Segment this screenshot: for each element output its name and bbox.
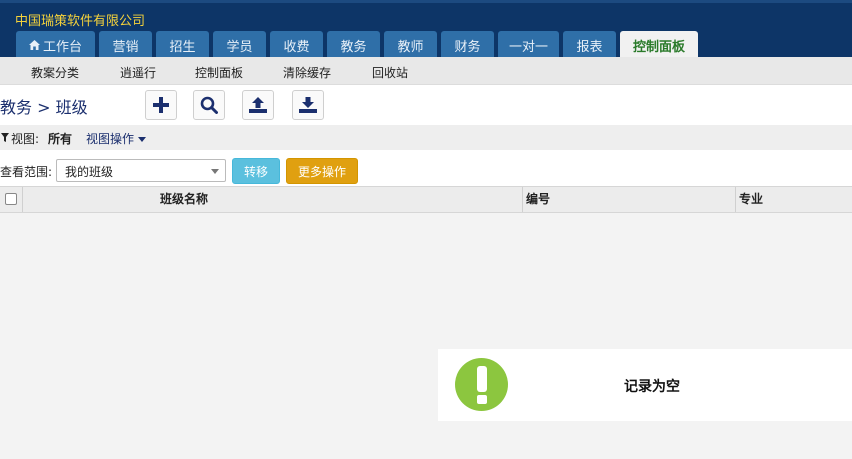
scope-bar: 查看范围: 我的班级 转移 更多操作 bbox=[0, 150, 852, 186]
empty-message: 记录为空 bbox=[624, 379, 680, 395]
tab-label: 财务 bbox=[454, 39, 481, 55]
toolbar: 教务 > 班级 bbox=[0, 85, 852, 125]
view-label: 视图: bbox=[11, 132, 40, 146]
table-body bbox=[0, 213, 852, 459]
scope-selected-value: 我的班级 bbox=[65, 165, 114, 179]
caret-down-icon bbox=[137, 137, 146, 142]
add-icon bbox=[153, 97, 169, 113]
tab-academic[interactable]: 教务 bbox=[327, 31, 380, 59]
tab-label: 学员 bbox=[226, 39, 253, 55]
column-major[interactable]: 专业 bbox=[736, 187, 763, 212]
company-name: 中国瑞策软件有限公司 bbox=[15, 14, 146, 29]
more-actions-button[interactable]: 更多操作 bbox=[286, 158, 358, 184]
select-all-checkbox[interactable] bbox=[5, 193, 17, 205]
search-button[interactable] bbox=[193, 90, 225, 120]
tab-label: 招生 bbox=[169, 39, 196, 55]
table-header: 班级名称 编号 专业 bbox=[0, 186, 852, 213]
main-nav: 工作台 营销 招生 学员 收费 教务 教师 财务 一对一 报表 控制面板 bbox=[16, 31, 702, 60]
chevron-down-icon bbox=[211, 169, 219, 174]
tab-label: 教务 bbox=[340, 39, 367, 55]
tab-finance[interactable]: 财务 bbox=[441, 31, 494, 59]
search-icon bbox=[200, 96, 218, 114]
view-operations-label: 视图操作 bbox=[86, 132, 135, 146]
tab-label: 营销 bbox=[112, 39, 139, 55]
exclamation-mark bbox=[476, 365, 487, 404]
tab-enrollment[interactable]: 招生 bbox=[156, 31, 209, 59]
tab-marketing[interactable]: 营销 bbox=[99, 31, 152, 59]
column-divider bbox=[22, 187, 23, 212]
exclamation-icon bbox=[455, 358, 508, 411]
download-button[interactable] bbox=[292, 90, 324, 120]
tab-control-panel[interactable]: 控制面板 bbox=[620, 31, 698, 60]
filter-icon bbox=[1, 133, 9, 142]
tab-teachers[interactable]: 教师 bbox=[384, 31, 437, 59]
tab-label: 一对一 bbox=[508, 39, 548, 55]
download-icon bbox=[299, 97, 317, 113]
column-class-name[interactable]: 班级名称 bbox=[157, 187, 208, 212]
subnav-clear-cache[interactable]: 清除缓存 bbox=[283, 64, 331, 81]
empty-notice: 记录为空 bbox=[438, 349, 852, 421]
home-icon bbox=[28, 40, 40, 50]
tab-fees[interactable]: 收费 bbox=[270, 31, 323, 59]
scope-select[interactable]: 我的班级 bbox=[56, 159, 226, 182]
view-operations[interactable]: 视图操作 bbox=[86, 130, 146, 147]
subnav-control-panel[interactable]: 控制面板 bbox=[195, 64, 243, 81]
tab-reports[interactable]: 报表 bbox=[563, 31, 616, 59]
sub-nav: 教案分类 逍遥行 控制面板 清除缓存 回收站 bbox=[0, 57, 852, 85]
tab-label: 工作台 bbox=[42, 39, 82, 55]
scope-label: 查看范围: bbox=[0, 165, 53, 179]
move-button[interactable]: 转移 bbox=[232, 158, 280, 184]
column-code[interactable]: 编号 bbox=[523, 187, 550, 212]
subnav-lesson-categories[interactable]: 教案分类 bbox=[31, 64, 79, 81]
tab-one-on-one[interactable]: 一对一 bbox=[498, 31, 559, 59]
tab-label: 收费 bbox=[283, 39, 310, 55]
add-button[interactable] bbox=[145, 90, 177, 120]
tab-workbench[interactable]: 工作台 bbox=[16, 31, 95, 59]
upload-button[interactable] bbox=[242, 90, 274, 120]
tab-students[interactable]: 学员 bbox=[213, 31, 266, 59]
tab-label: 报表 bbox=[576, 39, 603, 55]
subnav-recycle-bin[interactable]: 回收站 bbox=[372, 64, 408, 81]
app-header: 中国瑞策软件有限公司 工作台 营销 招生 学员 收费 教务 教师 财务 一对一 … bbox=[0, 0, 852, 60]
tab-label: 控制面板 bbox=[632, 40, 685, 55]
tab-label: 教师 bbox=[397, 39, 424, 55]
page-title: 教务 > 班级 bbox=[0, 98, 88, 117]
view-current[interactable]: 所有 bbox=[48, 130, 72, 147]
upload-icon bbox=[249, 97, 267, 113]
subnav-xiaoyaoxing[interactable]: 逍遥行 bbox=[120, 64, 156, 81]
view-bar: 视图: 所有 视图操作 bbox=[0, 125, 852, 150]
